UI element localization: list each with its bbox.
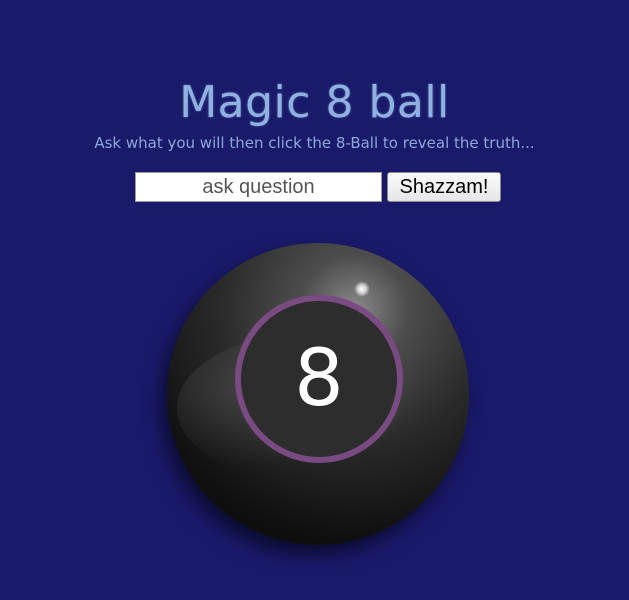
shazzam-button[interactable]: Shazzam! bbox=[387, 172, 501, 202]
ball-answer-window: 8 bbox=[235, 295, 403, 463]
magic-8-ball[interactable]: 8 bbox=[167, 243, 469, 545]
ball-highlight bbox=[354, 281, 370, 297]
page-title: Magic 8 ball bbox=[179, 77, 450, 129]
ball-display-text: 8 bbox=[294, 334, 344, 424]
instructions-text: Ask what you will then click the 8-Ball … bbox=[94, 134, 535, 152]
question-input[interactable] bbox=[135, 172, 382, 202]
